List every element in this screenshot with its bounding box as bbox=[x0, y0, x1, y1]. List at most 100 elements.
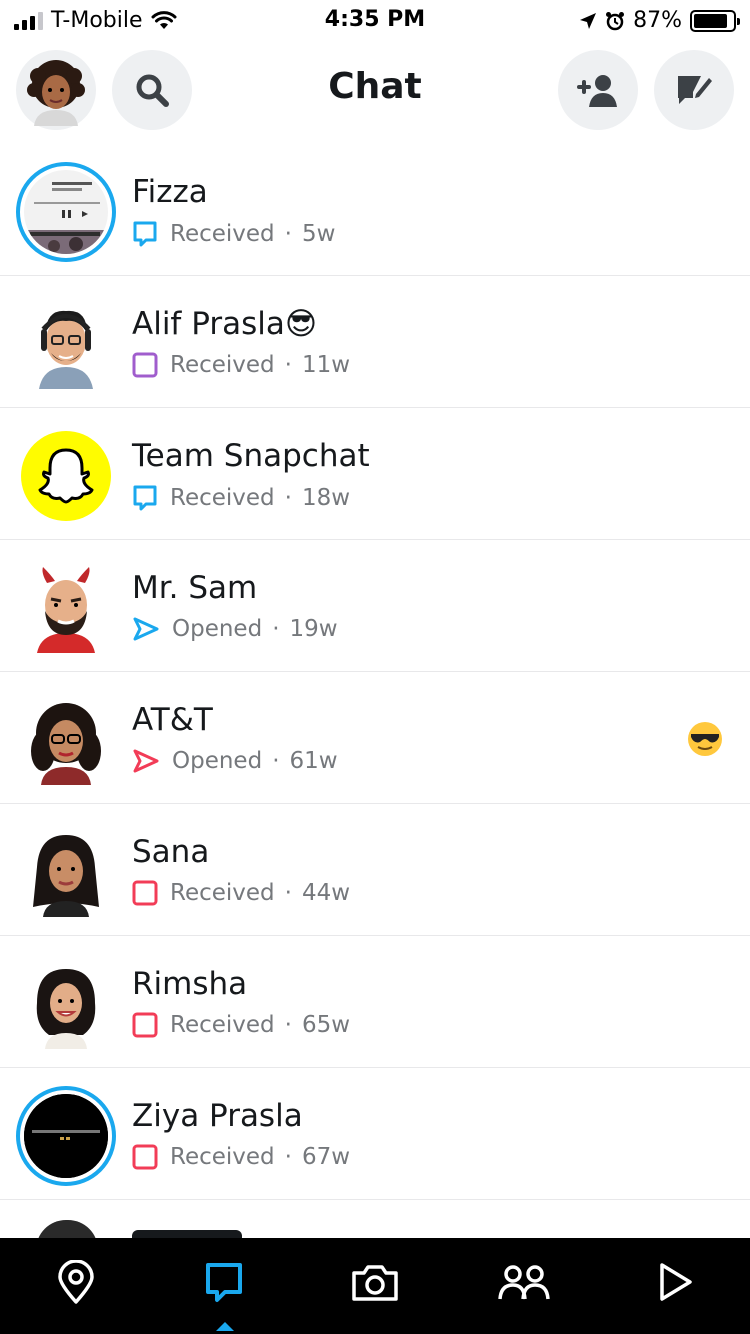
story-thumbnail bbox=[24, 1094, 108, 1178]
alarm-icon bbox=[606, 11, 625, 30]
chat-status: Received · 44w bbox=[132, 880, 350, 906]
map-icon bbox=[58, 1260, 94, 1304]
ghost-icon bbox=[21, 431, 111, 521]
chat-status: Received · 65w bbox=[132, 1012, 350, 1038]
chat-time: 5w bbox=[301, 221, 336, 247]
chat-row-partial[interactable] bbox=[0, 1200, 750, 1250]
location-arrow-icon bbox=[580, 12, 597, 29]
separator-dot: · bbox=[284, 1012, 292, 1038]
chat-status: Received · 67w bbox=[132, 1144, 350, 1170]
snap-square-icon bbox=[132, 352, 158, 378]
nav-map[interactable] bbox=[46, 1252, 106, 1312]
active-tab-indicator bbox=[216, 1322, 234, 1331]
status-text: Received bbox=[170, 1012, 275, 1038]
chat-name: Team Snapchat bbox=[132, 438, 370, 474]
snap-square-icon bbox=[132, 1012, 158, 1038]
nav-chat[interactable] bbox=[194, 1252, 254, 1312]
chat-icon bbox=[206, 1263, 242, 1302]
snapchat-logo-avatar[interactable] bbox=[16, 426, 116, 526]
bitmoji-avatar-alif bbox=[39, 310, 93, 389]
chat-time: 19w bbox=[289, 616, 338, 642]
chat-row-sana[interactable]: Sana Received · 44w bbox=[0, 804, 750, 936]
status-text: Received bbox=[170, 880, 275, 906]
chat-row-fizza[interactable]: Fizza Received · 5w bbox=[0, 144, 750, 276]
status-text: Received bbox=[170, 221, 275, 247]
chat-name: AT&T bbox=[132, 702, 213, 738]
friends-icon bbox=[498, 1265, 550, 1300]
chat-status: Received · 11w bbox=[132, 352, 350, 378]
separator-dot: · bbox=[272, 616, 280, 642]
chat-time: 61w bbox=[289, 748, 338, 774]
status-text: Received bbox=[170, 352, 275, 378]
bitmoji-avatar[interactable] bbox=[16, 294, 116, 394]
chat-row-rimsha[interactable]: Rimsha Received · 65w bbox=[0, 936, 750, 1068]
status-bar: T-Mobile 4:35 PM 87% bbox=[0, 0, 750, 40]
friend-emoji-badge bbox=[686, 720, 724, 762]
chat-status: Opened · 19w bbox=[132, 616, 338, 642]
battery-percent: 87% bbox=[633, 8, 682, 33]
separator-dot: · bbox=[284, 352, 292, 378]
chat-name: Ziya Prasla bbox=[132, 1098, 303, 1134]
story-avatar[interactable] bbox=[16, 1086, 116, 1186]
chat-row-alif-prasla[interactable]: Alif Prasla😎 Received · 11w bbox=[0, 276, 750, 408]
story-avatar[interactable] bbox=[16, 162, 116, 262]
chat-bubble-icon bbox=[133, 221, 157, 247]
separator-dot: · bbox=[284, 880, 292, 906]
nav-discover[interactable] bbox=[644, 1252, 704, 1312]
opened-arrow-icon bbox=[133, 749, 159, 773]
separator-dot: · bbox=[272, 748, 280, 774]
chat-status: Received · 18w bbox=[132, 484, 350, 512]
header: Chat bbox=[0, 48, 750, 134]
battery-icon bbox=[690, 9, 740, 32]
add-friend-icon bbox=[577, 75, 617, 107]
chat-row-ziya-prasla[interactable]: Ziya Prasla Received · 67w bbox=[0, 1068, 750, 1200]
chat-list: Fizza Received · 5w Alif Prasla😎 Receive… bbox=[0, 144, 750, 1250]
nav-camera[interactable] bbox=[345, 1252, 405, 1312]
bitmoji-avatar-sam bbox=[37, 567, 95, 653]
story-thumbnail bbox=[24, 170, 108, 254]
discover-icon bbox=[660, 1263, 692, 1301]
chat-row-mr-sam[interactable]: Mr. Sam Opened · 19w bbox=[0, 540, 750, 672]
name-emoji: 😎 bbox=[284, 306, 318, 342]
bitmoji-avatar[interactable] bbox=[16, 954, 116, 1054]
new-chat-icon bbox=[678, 76, 712, 104]
snap-square-icon bbox=[132, 880, 158, 906]
opened-arrow-icon bbox=[133, 617, 159, 641]
chat-name: Alif Prasla😎 bbox=[132, 306, 317, 342]
chat-row-att[interactable]: AT&T Opened · 61w bbox=[0, 672, 750, 804]
chat-row-team-snapchat[interactable]: Team Snapchat Received · 18w bbox=[0, 408, 750, 540]
status-text: Received bbox=[170, 1144, 275, 1170]
chat-name: Fizza bbox=[132, 174, 208, 210]
chat-name: Mr. Sam bbox=[132, 570, 258, 606]
separator-dot: · bbox=[284, 1144, 292, 1170]
snap-square-icon bbox=[132, 1144, 158, 1170]
chat-screen: T-Mobile 4:35 PM 87% Chat Fizza Received… bbox=[0, 0, 750, 1334]
bitmoji-avatar-att bbox=[31, 703, 101, 785]
status-text: Opened bbox=[172, 748, 263, 774]
chat-name-text: Alif Prasla bbox=[132, 306, 285, 342]
sunglasses-emoji-icon bbox=[688, 722, 722, 756]
camera-icon bbox=[352, 1265, 398, 1301]
chat-time: 18w bbox=[301, 485, 351, 511]
separator-dot: · bbox=[284, 485, 292, 511]
new-chat-button[interactable] bbox=[654, 50, 734, 130]
chat-name: Sana bbox=[132, 834, 210, 870]
bitmoji-avatar[interactable] bbox=[16, 822, 116, 922]
bitmoji-avatar[interactable] bbox=[16, 690, 116, 790]
add-friend-button[interactable] bbox=[558, 50, 638, 130]
separator-dot: · bbox=[284, 221, 292, 247]
status-text: Received bbox=[170, 485, 275, 511]
chat-time: 11w bbox=[301, 352, 351, 378]
bitmoji-avatar[interactable] bbox=[16, 558, 116, 658]
chat-name: Rimsha bbox=[132, 966, 248, 1002]
bottom-nav bbox=[0, 1238, 750, 1334]
nav-friends[interactable] bbox=[494, 1252, 554, 1312]
chat-status: Opened · 61w bbox=[132, 748, 338, 774]
status-text: Opened bbox=[172, 616, 263, 642]
chat-time: 67w bbox=[301, 1144, 351, 1170]
bitmoji-avatar-rimsha bbox=[36, 969, 96, 1049]
chat-time: 65w bbox=[301, 1012, 351, 1038]
chat-time: 44w bbox=[301, 880, 351, 906]
chat-status: Received · 5w bbox=[132, 220, 335, 248]
chat-bubble-icon bbox=[133, 485, 157, 511]
